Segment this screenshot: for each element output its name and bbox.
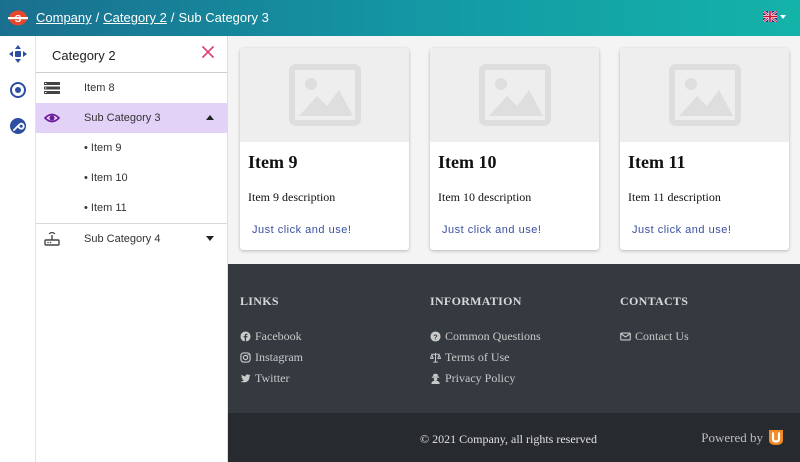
breadcrumb-current: Sub Category 3 — [178, 10, 269, 25]
card-title: Item 11 — [628, 152, 686, 172]
footer-heading: INFORMATION — [430, 294, 522, 308]
footer-heading: LINKS — [240, 294, 279, 308]
sidebar-item-label: Sub Category 3 — [84, 112, 161, 124]
balance-scale-icon — [430, 352, 441, 363]
card-action-link[interactable]: Just click and use! — [442, 224, 541, 236]
footer-link-label: Terms of Use — [445, 350, 510, 364]
sub-item-label: • Item 10 — [84, 172, 128, 184]
list-icon — [44, 82, 60, 94]
twitter-icon — [240, 374, 251, 383]
wrench-icon[interactable] — [9, 117, 27, 135]
footer-link-label: Common Questions — [445, 329, 541, 343]
footer-link-label: Privacy Policy — [445, 371, 516, 385]
language-selector[interactable] — [763, 11, 786, 22]
instagram-icon — [240, 352, 251, 363]
router-icon — [44, 231, 60, 246]
breadcrumb-separator: / — [95, 10, 100, 25]
footer-link-label: Contact Us — [635, 329, 689, 343]
move-arrows-icon[interactable] — [9, 45, 27, 63]
footer-link-label: Twitter — [255, 371, 290, 385]
card-title: Item 9 — [248, 152, 298, 172]
list-item[interactable]: • Item 10 — [36, 163, 227, 193]
card-title: Item 10 — [438, 152, 497, 172]
envelope-icon — [620, 332, 631, 341]
card-image-placeholder — [430, 48, 599, 142]
footer-link-label: Facebook — [255, 329, 302, 343]
footer-link-terms-of-use[interactable]: Terms of Use — [430, 347, 541, 368]
footer: LINKS Facebook Instagram Twitter INFORMA… — [228, 264, 800, 413]
item-card[interactable]: Item 10 Item 10 description Just click a… — [430, 48, 599, 250]
footer-link-common-questions[interactable]: ? Common Questions — [430, 326, 541, 347]
user-secret-icon — [431, 373, 440, 384]
image-placeholder-icon — [668, 64, 741, 126]
u-logo-icon — [769, 430, 783, 445]
close-icon[interactable] — [201, 45, 215, 59]
footer-link-instagram[interactable]: Instagram — [240, 347, 303, 368]
copyright-text: © 2021 Company, all rights reserved — [420, 432, 597, 446]
facebook-icon — [240, 331, 251, 342]
card-image-placeholder — [240, 48, 409, 142]
panel-header: Category 2 — [36, 36, 227, 73]
card-action-link[interactable]: Just click and use! — [252, 224, 351, 236]
eye-icon — [44, 113, 60, 123]
top-header: S Company / Category 2 / Sub Category 3 — [0, 0, 800, 36]
card-action-link[interactable]: Just click and use! — [632, 224, 731, 236]
uk-flag-icon — [763, 11, 777, 22]
breadcrumb-separator: / — [170, 10, 175, 25]
footer-heading: CONTACTS — [620, 294, 689, 308]
card-description: Item 9 description — [248, 190, 336, 204]
card-image-placeholder — [620, 48, 789, 142]
sidebar-item-label: Item 8 — [84, 82, 115, 94]
footer-link-label: Instagram — [255, 350, 303, 364]
footer-link-facebook[interactable]: Facebook — [240, 326, 303, 347]
svg-text:S: S — [15, 14, 22, 25]
breadcrumb-company-link[interactable]: Company — [36, 10, 92, 25]
image-placeholder-icon — [288, 64, 361, 126]
breadcrumb-category-link[interactable]: Category 2 — [103, 10, 167, 25]
footer-bottom-bar: © 2021 Company, all rights reserved Powe… — [228, 413, 800, 462]
list-item[interactable]: • Item 11 — [36, 193, 227, 223]
footer-link-twitter[interactable]: Twitter — [240, 368, 303, 389]
footer-information-column: INFORMATION ? Common Questions Terms of … — [430, 294, 541, 389]
icon-rail — [0, 36, 36, 462]
breadcrumb: Company / Category 2 / Sub Category 3 — [36, 10, 269, 25]
footer-link-contact-us[interactable]: Contact Us — [620, 326, 689, 347]
sub-item-label: • Item 9 — [84, 142, 122, 154]
card-description: Item 10 description — [438, 190, 532, 204]
footer-contacts-column: CONTACTS Contact Us — [620, 294, 689, 347]
company-logo-icon[interactable]: S — [8, 9, 28, 27]
chevron-down-icon[interactable] — [206, 236, 214, 241]
chevron-down-icon — [780, 14, 786, 19]
svg-text:?: ? — [433, 332, 438, 341]
sidebar-item-sub-category-4[interactable]: Sub Category 4 — [36, 224, 227, 254]
list-item[interactable]: • Item 9 — [36, 133, 227, 163]
sidebar-item-label: Sub Category 4 — [84, 233, 161, 245]
target-icon[interactable] — [9, 81, 27, 99]
card-description: Item 11 description — [628, 190, 721, 204]
powered-by[interactable]: Powered by — [701, 429, 784, 446]
sub-item-label: • Item 11 — [84, 202, 127, 214]
main-content: Item 9 Item 9 description Just click and… — [228, 36, 800, 264]
footer-link-privacy-policy[interactable]: Privacy Policy — [430, 368, 541, 389]
powered-by-label: Powered by — [701, 429, 763, 445]
footer-links-column: LINKS Facebook Instagram Twitter — [240, 294, 303, 389]
sidebar-item-sub-category-3[interactable]: Sub Category 3 — [36, 103, 227, 133]
question-circle-icon: ? — [430, 331, 441, 342]
panel-title: Category 2 — [52, 48, 116, 63]
sidebar-item-item-8[interactable]: Item 8 — [36, 73, 227, 103]
chevron-up-icon[interactable] — [206, 115, 214, 120]
category-panel: Category 2 Item 8 Sub Category 3 • Item … — [36, 36, 228, 462]
item-card[interactable]: Item 11 Item 11 description Just click a… — [620, 48, 789, 250]
item-card[interactable]: Item 9 Item 9 description Just click and… — [240, 48, 409, 250]
image-placeholder-icon — [478, 64, 551, 126]
